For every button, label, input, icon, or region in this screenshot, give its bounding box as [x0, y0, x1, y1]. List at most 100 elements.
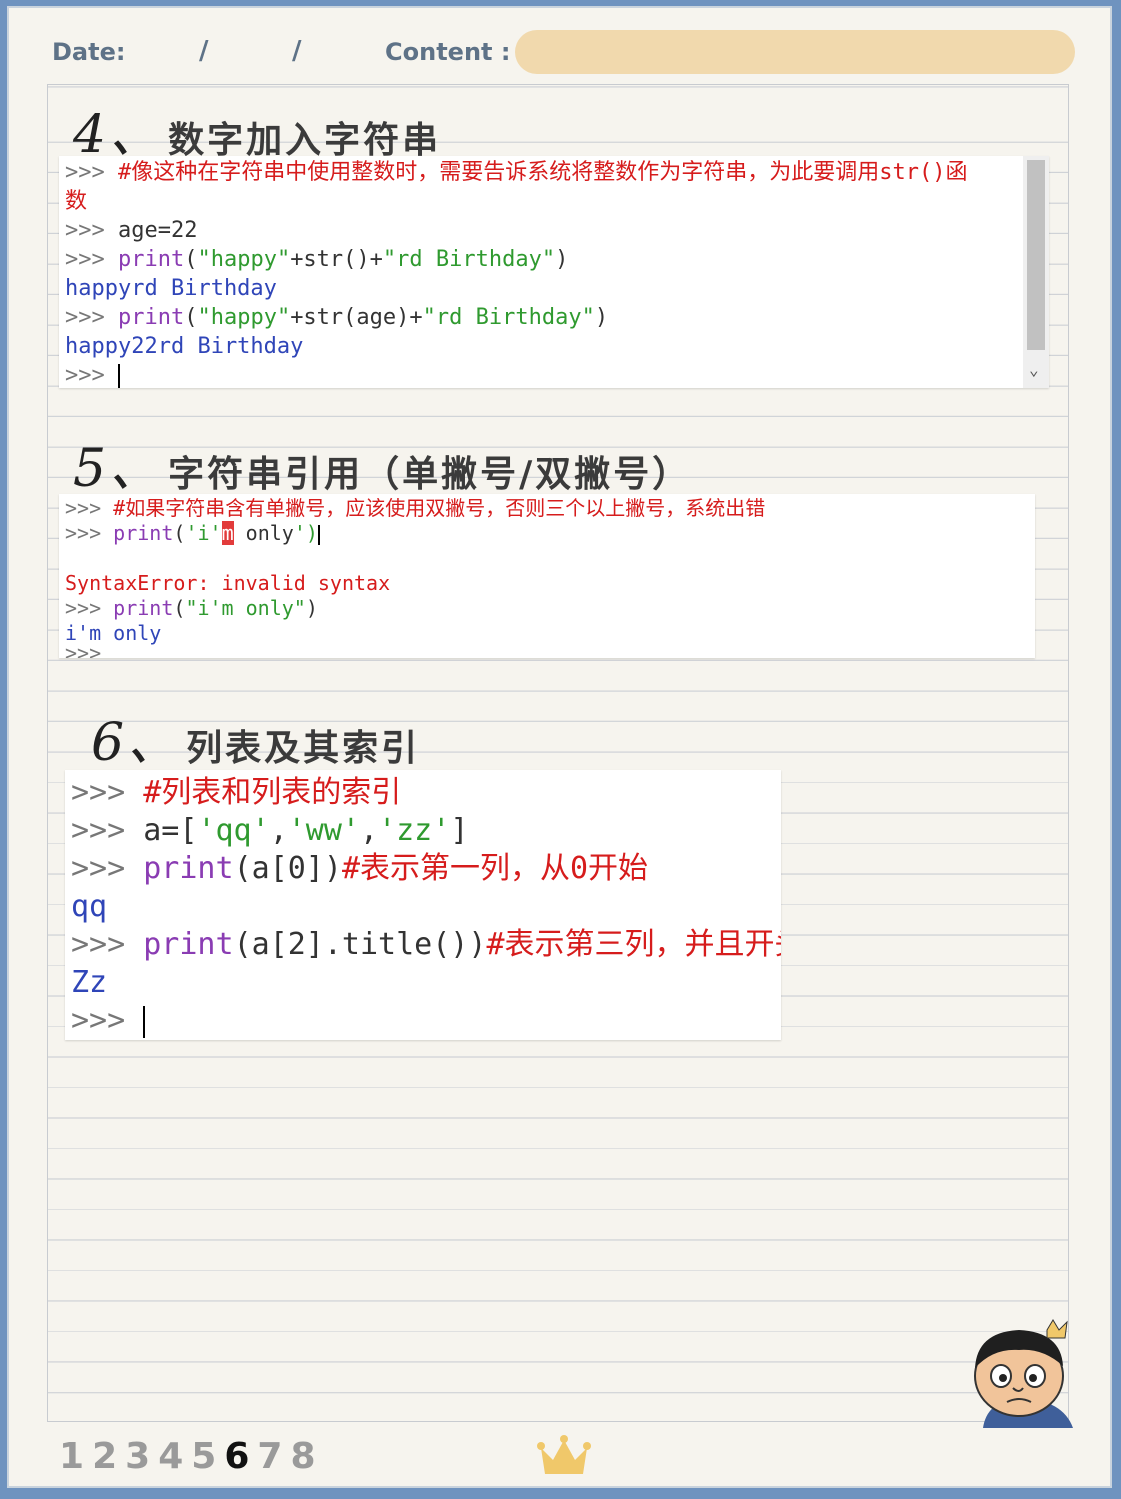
string: "rd Birthday" — [382, 247, 556, 272]
prompt: >>> — [71, 775, 144, 810]
code-line: >>> print('i'm only') — [65, 521, 1029, 546]
code-line: happy22rd Birthday — [65, 332, 1043, 361]
content-label: Content : — [385, 38, 511, 66]
section-6-heading: 6、 列表及其索引 — [91, 700, 420, 775]
text-cursor — [117, 364, 120, 388]
comment: #表示第一列，从0开始 — [341, 851, 649, 886]
code-text: only — [233, 521, 294, 545]
cartoon-prince-avatar — [974, 1319, 1073, 1428]
crown-icon — [537, 1435, 591, 1474]
prompt: >>> — [65, 305, 118, 330]
string: "happy" — [197, 247, 291, 272]
prompt: >>> — [71, 927, 144, 962]
page-number[interactable]: 2 — [92, 1436, 125, 1477]
output: happy22rd Birthday — [65, 334, 304, 359]
code-line: >>> print(a[0])#表示第一列，从0开始 — [71, 850, 775, 888]
code-text: ( — [173, 596, 186, 620]
code-text: ] — [450, 813, 469, 848]
text-cursor — [317, 524, 320, 545]
keyword: print — [113, 521, 174, 545]
code-text: , — [360, 813, 379, 848]
string: "i'm only" — [185, 596, 306, 620]
code-line: >>> #如果字符串含有单撇号，应该使用双撇号，否则三个以上撇号，系统出错 — [65, 496, 1029, 521]
string: ') — [293, 521, 318, 545]
page-number[interactable]: 1 — [59, 1436, 92, 1477]
string: "happy" — [197, 305, 291, 330]
prompt: >>> — [71, 1003, 144, 1038]
date-separator-2: / — [292, 36, 302, 66]
code-line: >>> — [65, 361, 1043, 388]
comment: #表示第三列，并且开头大写 — [486, 927, 781, 962]
code-text: +str()+ — [290, 247, 383, 272]
keyword: print — [143, 851, 234, 886]
string: 'zz' — [378, 813, 451, 848]
prompt: >>> — [65, 218, 118, 243]
code-line: >>> a=['qq','ww','zz'] — [71, 812, 775, 850]
code-text: , — [269, 813, 288, 848]
code-line: >>> #列表和列表的索引 — [71, 774, 775, 812]
code-line: >>> print(a[2].title())#表示第三列，并且开头大写 — [71, 926, 781, 964]
prompt: >>> — [65, 646, 102, 658]
page-number[interactable]: 5 — [191, 1436, 224, 1477]
code-line: >>> print("happy"+str(age)+"rd Birthday"… — [65, 303, 1043, 332]
code-line-empty — [65, 546, 1029, 571]
code-line: 数 — [65, 187, 1043, 216]
code-text: a=[ — [143, 813, 198, 848]
code-block-6: >>> #列表和列表的索引 >>> a=['qq','ww','zz'] >>>… — [65, 770, 781, 1040]
code-line: SyntaxError: invalid syntax — [65, 571, 1029, 596]
notebook-page: Date: / / Content : 4、 数字加入字符串 >>> #像这种在字… — [7, 6, 1112, 1488]
code-text: +str(age)+ — [290, 305, 423, 330]
page-number-active[interactable]: 6 — [224, 1436, 257, 1477]
code-text: (a[2].title()) — [233, 927, 487, 962]
prompt: >>> — [65, 596, 114, 620]
string: "rd Birthday" — [422, 305, 595, 330]
prompt: >>> — [65, 160, 118, 185]
section-4-title: 数字加入字符串 — [168, 120, 442, 161]
keyword: print — [117, 305, 185, 330]
prompt: >>> — [71, 813, 144, 848]
code-text: ( — [184, 305, 198, 330]
date-label: Date: — [52, 38, 126, 66]
code-text: (a[0]) — [233, 851, 342, 886]
code-block-4: >>> #像这种在字符串中使用整数时，需要告诉系统将整数作为字符串，为此要调用s… — [59, 156, 1049, 388]
scrollbar-thumb[interactable] — [1027, 160, 1045, 350]
chevron-down-icon[interactable]: ⌄ — [1029, 355, 1039, 384]
code-line: happyrd Birthday — [65, 274, 1043, 303]
code-text: age=22 — [117, 218, 198, 243]
string: 'ww' — [287, 813, 360, 848]
code-text: ( — [184, 247, 198, 272]
code-line: >>> print("i'm only") — [65, 596, 1029, 621]
page-number[interactable]: 8 — [290, 1436, 323, 1477]
code-text: ) — [594, 305, 609, 330]
content-field — [515, 30, 1075, 74]
output: i'm only — [65, 621, 162, 645]
prompt: >>> — [65, 521, 114, 545]
string: 'qq' — [197, 813, 270, 848]
keyword: print — [117, 247, 185, 272]
code-line: Zz — [71, 964, 775, 1002]
comment: #列表和列表的索引 — [143, 775, 402, 810]
comment: #像这种在字符串中使用整数时，需要告诉系统将整数作为字符串，为此要调用str()… — [117, 160, 968, 185]
prompt: >>> — [71, 851, 144, 886]
keyword: print — [113, 596, 174, 620]
code-line: >>> — [65, 646, 1029, 658]
section-5-title: 字符串引用（单撇号/双撇号） — [168, 454, 692, 495]
page-number[interactable]: 4 — [158, 1436, 191, 1477]
comment: #如果字符串含有单撇号，应该使用双撇号，否则三个以上撇号，系统出错 — [113, 496, 766, 520]
code-block-5: >>> #如果字符串含有单撇号，应该使用双撇号，否则三个以上撇号，系统出错 >>… — [59, 494, 1035, 658]
section-5-number: 5、 — [73, 439, 165, 499]
string: 'i' — [185, 521, 222, 545]
code-text: ) — [555, 247, 569, 272]
comment: 数 — [65, 189, 88, 214]
page-number[interactable]: 3 — [125, 1436, 158, 1477]
error-highlight: m — [221, 521, 234, 545]
prompt: >>> — [65, 496, 114, 520]
code-text: ( — [173, 521, 186, 545]
section-6-number: 6、 — [91, 713, 183, 773]
page-number[interactable]: 7 — [257, 1436, 290, 1477]
code-line: >>> print("happy"+str()+"rd Birthday") — [65, 245, 1043, 274]
code-line: qq — [71, 888, 775, 926]
scrollbar[interactable]: ⌄ — [1023, 156, 1049, 388]
code-line: >>> #像这种在字符串中使用整数时，需要告诉系统将整数作为字符串，为此要调用s… — [65, 158, 1043, 187]
page-numbers: 12345678 — [59, 1436, 324, 1477]
